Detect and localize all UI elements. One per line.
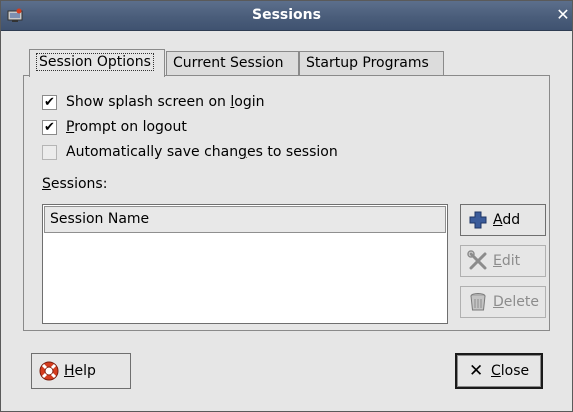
checkbox-box[interactable]: ✔ bbox=[42, 119, 57, 135]
checkbox-label: Prompt on logout bbox=[66, 119, 187, 135]
close-x-icon: ✕ bbox=[469, 361, 484, 381]
session-options-panel: ✔ Show splash screen on login ✔ Prompt o… bbox=[23, 75, 550, 331]
checkbox-box[interactable]: ✔ bbox=[42, 94, 57, 110]
checkbox-label: Automatically save changes to session bbox=[66, 144, 338, 160]
window-title: Sessions bbox=[252, 7, 321, 23]
prompt-logout-checkbox[interactable]: ✔ Prompt on logout bbox=[42, 117, 187, 137]
tab-label: Current Session bbox=[173, 55, 284, 71]
close-label: Close bbox=[491, 363, 530, 379]
tab-current-session[interactable]: Current Session bbox=[166, 51, 299, 76]
tools-icon bbox=[467, 250, 487, 270]
column-header-session-name[interactable]: Session Name bbox=[44, 206, 446, 233]
edit-button[interactable]: Edit bbox=[460, 245, 546, 277]
sessions-dialog: Sessions ✕ Session Options Current Sessi… bbox=[0, 0, 573, 412]
plus-icon bbox=[469, 211, 487, 229]
add-button[interactable]: Add bbox=[460, 204, 546, 236]
lifebuoy-icon bbox=[39, 361, 59, 381]
add-label: Add bbox=[493, 212, 521, 228]
sessions-list[interactable]: Session Name bbox=[42, 204, 448, 324]
help-label: Help bbox=[64, 363, 96, 379]
trash-icon bbox=[470, 293, 486, 311]
sessions-label: Sessions: bbox=[42, 176, 108, 192]
tab-label: Session Options bbox=[36, 53, 154, 71]
checkbox-box[interactable] bbox=[42, 144, 57, 160]
delete-button[interactable]: Delete bbox=[460, 286, 546, 318]
tab-startup-programs[interactable]: Startup Programs bbox=[299, 51, 444, 76]
help-button[interactable]: Help bbox=[31, 353, 131, 389]
show-splash-checkbox[interactable]: ✔ Show splash screen on login bbox=[42, 92, 264, 112]
checkbox-label: Show splash screen on login bbox=[66, 94, 265, 110]
autosave-checkbox[interactable]: Automatically save changes to session bbox=[42, 142, 338, 162]
delete-label: Delete bbox=[493, 294, 539, 310]
tab-label: Startup Programs bbox=[306, 55, 429, 71]
title-bar[interactable]: Sessions ✕ bbox=[1, 1, 572, 31]
tab-session-options[interactable]: Session Options bbox=[29, 49, 165, 77]
close-button[interactable]: ✕ Close bbox=[455, 353, 543, 389]
window-close-icon[interactable]: ✕ bbox=[554, 5, 572, 25]
edit-label: Edit bbox=[493, 253, 521, 269]
